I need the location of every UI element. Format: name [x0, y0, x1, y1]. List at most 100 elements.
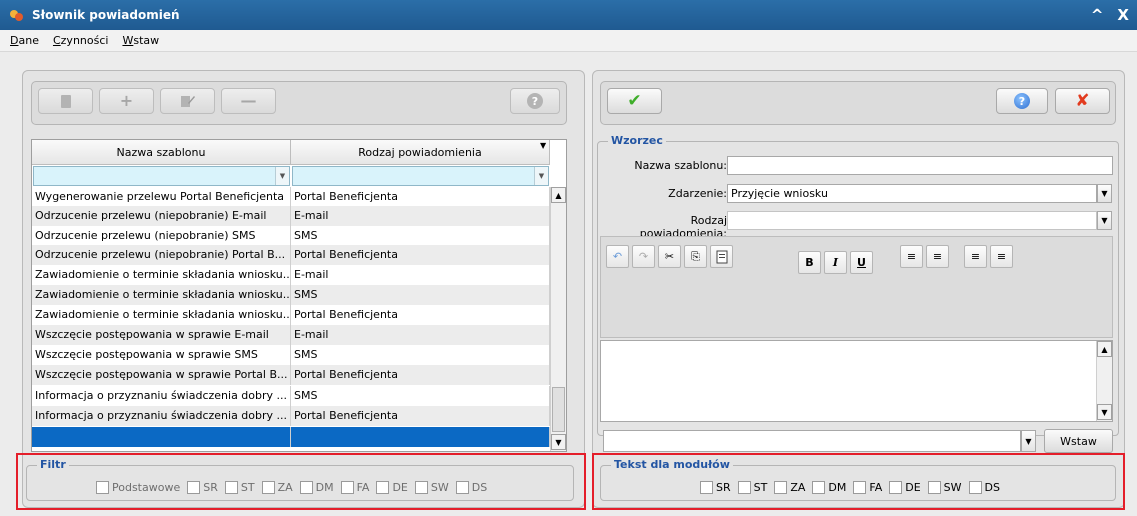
cell-template-name: Zawiadomienie o terminie składania wnios… — [32, 305, 291, 325]
chevron-down-icon[interactable]: ▼ — [1097, 211, 1112, 230]
scroll-down-button[interactable]: ▼ — [551, 434, 566, 450]
copy-button[interactable]: ⎘ — [684, 245, 707, 268]
checkbox-module-de[interactable] — [889, 481, 903, 494]
close-button[interactable]: X — [1117, 6, 1129, 24]
editor-scrollbar[interactable]: ▲ ▼ — [1096, 341, 1112, 421]
help-button-left[interactable]: ? — [510, 88, 560, 114]
checkbox-za[interactable] — [261, 481, 275, 494]
window-title: Słownik powiadomień — [32, 8, 180, 22]
edit-button[interactable] — [160, 88, 215, 114]
bold-icon: B — [805, 256, 814, 269]
paste-button[interactable] — [710, 245, 733, 268]
insert-button[interactable]: Wstaw — [1044, 429, 1113, 453]
checkbox-module-ds[interactable] — [968, 481, 982, 494]
table-row[interactable]: Odrzucenie przelewu (niepobranie) Portal… — [32, 245, 550, 265]
table-row[interactable]: Informacja o przyznaniu świadczenia dobr… — [32, 406, 550, 426]
table-row[interactable]: Wszczęcie postępowania w sprawie SMS SMS — [32, 345, 550, 365]
templates-table: Nazwa szablonu Rodzaj powiadomienia ▼ ▼ … — [31, 139, 567, 452]
help-icon: ? — [1014, 93, 1030, 109]
menu-dane[interactable]: Dane — [10, 34, 39, 47]
open-button[interactable] — [38, 88, 93, 114]
confirm-button[interactable]: ✔ — [607, 88, 662, 114]
table-row[interactable]: Odrzucenie przelewu (niepobranie) SMS SMS — [32, 226, 550, 246]
table-row[interactable]: Wygenerowanie przelewu Portal Beneficjen… — [32, 187, 550, 207]
checkbox-ds[interactable] — [455, 481, 469, 494]
help-button-right[interactable]: ? — [996, 88, 1048, 114]
scroll-up-button[interactable]: ▲ — [1097, 341, 1112, 357]
filter-name-input[interactable]: ▼ — [33, 166, 290, 186]
cell-template-name: Informacja o przyznaniu świadczenia dobr… — [32, 406, 291, 426]
cancel-button[interactable]: ✘ — [1055, 88, 1110, 114]
redo-button[interactable]: ↷ — [632, 245, 655, 268]
template-text-editor[interactable]: ▲ ▼ — [600, 340, 1113, 422]
insert-field-select[interactable] — [603, 430, 1021, 452]
cancel-icon: ✘ — [1075, 91, 1090, 111]
cell-notification-type: SMS — [291, 345, 550, 365]
menu-bar: Dane Czynności Wstaw — [0, 30, 1137, 52]
minimize-button[interactable]: ^ — [1091, 6, 1104, 24]
remove-button[interactable]: — — [221, 88, 276, 114]
checkbox-sr[interactable] — [187, 481, 201, 494]
table-row[interactable]: Wszczęcie postępowania w sprawie E-mail E… — [32, 325, 550, 345]
cut-button[interactable]: ✂ — [658, 245, 681, 268]
table-row[interactable]: Zawiadomienie o terminie składania wnios… — [32, 265, 550, 285]
align-center-button[interactable]: ≡ — [926, 245, 949, 268]
menu-wstaw[interactable]: Wstaw — [122, 34, 159, 47]
bold-button[interactable]: B — [798, 251, 821, 274]
checkbox-de[interactable] — [376, 481, 390, 494]
edit-icon — [180, 96, 195, 107]
chevron-down-icon[interactable]: ▼ — [534, 167, 548, 185]
checkbox-module-fa[interactable] — [853, 481, 867, 494]
checkbox-fa[interactable] — [340, 481, 354, 494]
chevron-down-icon[interactable]: ▼ — [1097, 184, 1112, 203]
chevron-down-icon[interactable]: ▼ — [275, 167, 289, 185]
menu-czynnosci[interactable]: Czynności — [53, 34, 108, 47]
event-select[interactable]: Przyjęcie wniosku — [727, 184, 1097, 203]
cell-notification-type: SMS — [291, 386, 550, 406]
table-row[interactable]: Odrzucenie przelewu (niepobranie) E-mail… — [32, 206, 550, 226]
undo-button[interactable]: ↶ — [606, 245, 629, 268]
app-icon — [10, 8, 24, 22]
checkbox-dm[interactable] — [299, 481, 313, 494]
column-header-type[interactable]: Rodzaj powiadomienia — [291, 140, 550, 165]
scroll-down-button[interactable]: ▼ — [1097, 404, 1112, 420]
minus-icon: — — [240, 91, 257, 110]
table-row[interactable]: Informacja o przyznaniu świadczenia dobr… — [32, 386, 550, 406]
align-right-button[interactable]: ≡ — [964, 245, 987, 268]
checkbox-podstawowe[interactable] — [96, 481, 109, 494]
type-select[interactable] — [727, 211, 1097, 230]
table-scrollbar[interactable]: ▲ ▼ — [550, 187, 566, 451]
add-button[interactable]: + — [99, 88, 154, 114]
cell-notification-type — [291, 427, 550, 447]
checkbox-module-za[interactable] — [774, 481, 788, 494]
checkbox-module-sr[interactable] — [700, 481, 713, 494]
chevron-down-icon[interactable]: ▼ — [1021, 430, 1036, 452]
italic-button[interactable]: I — [824, 251, 847, 274]
align-left-icon: ≡ — [906, 250, 917, 263]
underline-button[interactable]: U — [850, 251, 873, 274]
undo-icon: ↶ — [612, 250, 623, 263]
cell-notification-type: SMS — [291, 226, 550, 246]
align-left-button[interactable]: ≡ — [900, 245, 923, 268]
table-row[interactable]: Wszczęcie postępowania w sprawie Portal … — [32, 365, 550, 385]
checkbox-st[interactable] — [224, 481, 238, 494]
checkbox-module-dm[interactable] — [812, 481, 826, 494]
scroll-thumb[interactable] — [552, 387, 565, 432]
table-row[interactable] — [32, 427, 550, 447]
cell-template-name — [32, 427, 291, 447]
template-name-input[interactable] — [727, 156, 1113, 175]
checkbox-sw[interactable] — [414, 481, 428, 494]
column-header-name[interactable]: Nazwa szablonu — [32, 140, 291, 165]
table-row[interactable]: Zawiadomienie o terminie składania wnios… — [32, 305, 550, 325]
document-icon — [60, 94, 71, 108]
filter-type-input[interactable]: ▼ — [292, 166, 549, 186]
cell-notification-type: SMS — [291, 285, 550, 305]
sort-indicator-icon: ▼ — [540, 141, 547, 150]
checkbox-module-st[interactable] — [737, 481, 751, 494]
scroll-up-button[interactable]: ▲ — [551, 187, 566, 203]
table-row[interactable]: Zawiadomienie o terminie składania wnios… — [32, 285, 550, 305]
name-label: Nazwa szablonu: — [634, 159, 727, 172]
checkbox-module-sw[interactable] — [927, 481, 941, 494]
justify-button[interactable]: ≡ — [990, 245, 1013, 268]
title-bar[interactable]: Słownik powiadomień ^ X — [0, 0, 1137, 30]
